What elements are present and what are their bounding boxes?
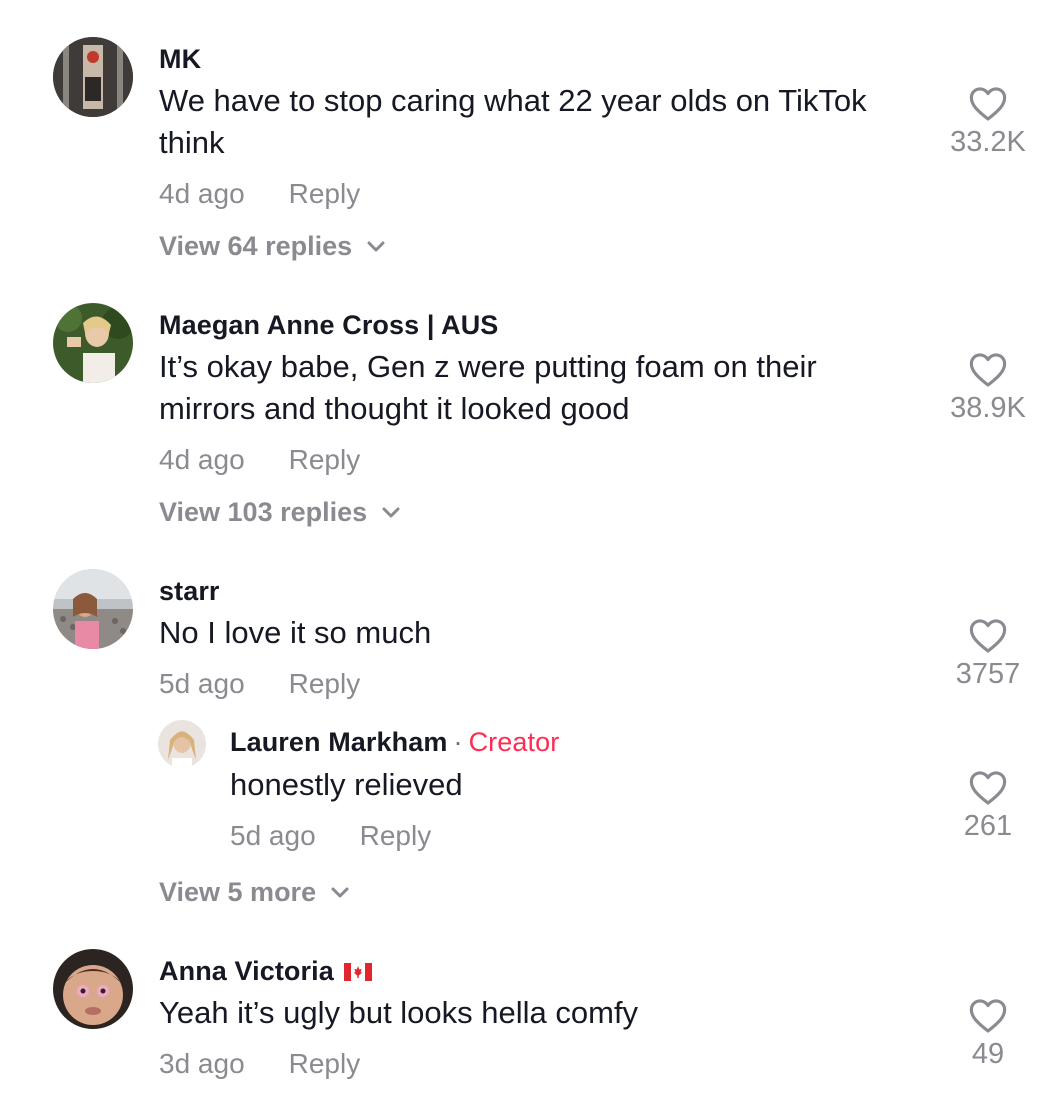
- canada-flag-icon: [343, 957, 373, 988]
- like-count: 33.2K: [950, 126, 1026, 158]
- username[interactable]: Maegan Anne Cross | AUS: [159, 310, 498, 341]
- chevron-down-icon: [382, 507, 400, 517]
- username-row: Anna Victoria: [159, 956, 373, 988]
- comment-meta: 5d ago Reply: [159, 668, 360, 700]
- reply-button[interactable]: Reply: [289, 178, 361, 209]
- view-more-button[interactable]: View 5 more: [159, 877, 350, 908]
- comment-text: It’s okay babe, Gen z were putting foam …: [159, 349, 817, 426]
- chevron-down-icon: [367, 241, 385, 251]
- avatar[interactable]: [53, 949, 133, 1029]
- comment-text: We have to stop caring what 22 year olds…: [159, 83, 867, 160]
- timestamp: 4d ago: [159, 444, 245, 475]
- username[interactable]: starr: [159, 576, 220, 607]
- reply-meta: 5d ago Reply: [230, 820, 431, 852]
- comment-meta: 3d ago Reply: [159, 1048, 360, 1080]
- like-count: 261: [963, 810, 1013, 842]
- heart-icon: [969, 87, 1007, 121]
- avatar[interactable]: [53, 303, 133, 383]
- avatar[interactable]: [158, 720, 206, 768]
- like-count: 38.9K: [950, 392, 1026, 424]
- reply-username: Lauren Markham · Creator: [230, 727, 559, 758]
- reply-button[interactable]: Reply: [289, 1048, 361, 1079]
- reply-button[interactable]: Reply: [289, 444, 361, 475]
- comment-text: No I love it so much: [159, 615, 432, 650]
- username[interactable]: MK: [159, 44, 201, 75]
- heart-icon: [969, 999, 1007, 1033]
- separator: ·: [453, 727, 463, 757]
- avatar[interactable]: [53, 37, 133, 117]
- like-button[interactable]: 33.2K: [928, 86, 1048, 159]
- comment-meta: 4d ago Reply: [159, 178, 360, 210]
- view-replies-button[interactable]: View 64 replies: [159, 231, 386, 262]
- timestamp: 5d ago: [230, 820, 316, 851]
- reply-button[interactable]: Reply: [360, 820, 432, 851]
- timestamp: 5d ago: [159, 668, 245, 699]
- avatar[interactable]: [53, 569, 133, 649]
- like-count: 49: [971, 1038, 1005, 1070]
- username[interactable]: Lauren Markham: [230, 727, 447, 757]
- creator-badge: Creator: [468, 727, 560, 757]
- like-button[interactable]: 49: [928, 998, 1048, 1071]
- heart-icon: [969, 353, 1007, 387]
- comment-text: Yeah it’s ugly but looks hella comfy: [159, 995, 639, 1030]
- like-button[interactable]: 261: [928, 770, 1048, 843]
- chevron-down-icon: [331, 887, 349, 897]
- username[interactable]: Anna Victoria: [159, 956, 334, 986]
- view-replies-button[interactable]: View 103 replies: [159, 497, 401, 528]
- heart-icon: [969, 771, 1007, 805]
- comment-meta: 4d ago Reply: [159, 444, 360, 476]
- timestamp: 3d ago: [159, 1048, 245, 1079]
- timestamp: 4d ago: [159, 178, 245, 209]
- like-button[interactable]: 38.9K: [928, 352, 1048, 425]
- reply-button[interactable]: Reply: [289, 668, 361, 699]
- reply-text: honestly relieved: [230, 767, 463, 802]
- like-button[interactable]: 3757: [928, 618, 1048, 691]
- like-count: 3757: [955, 658, 1021, 690]
- heart-icon: [969, 619, 1007, 653]
